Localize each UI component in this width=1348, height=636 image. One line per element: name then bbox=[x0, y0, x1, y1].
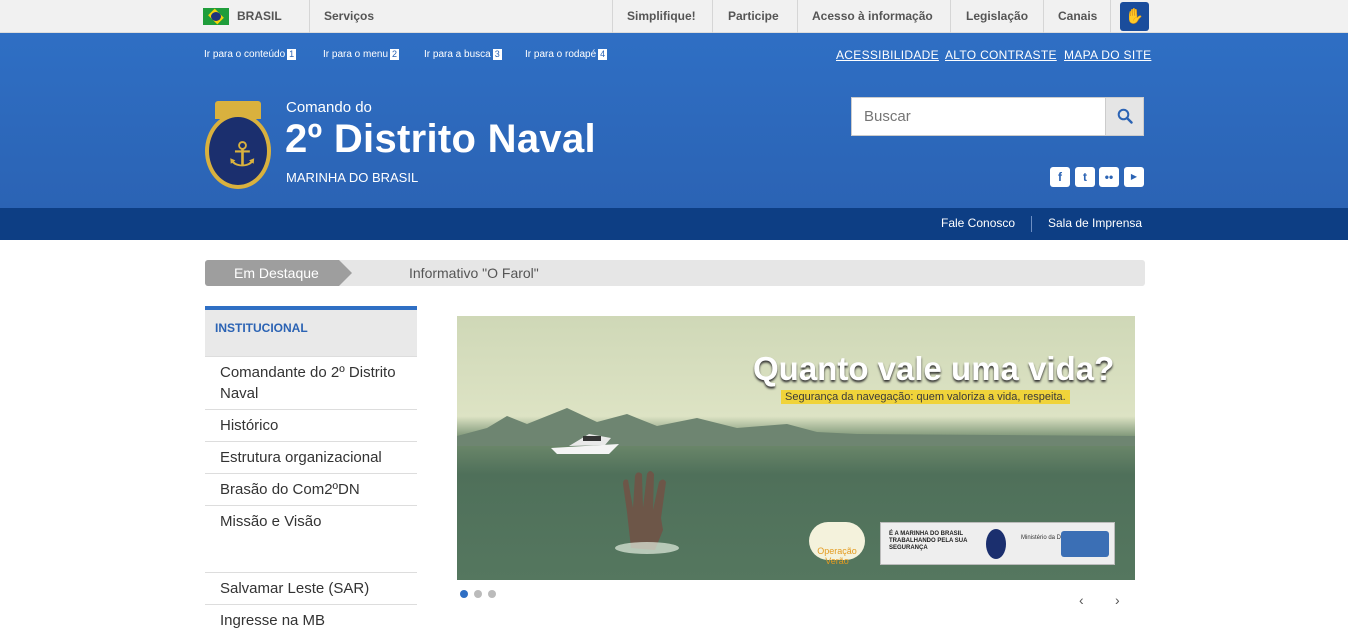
chevron-right-icon[interactable]: › bbox=[1115, 592, 1120, 608]
footer-banner-text: É A MARINHA DO BRASIL TRABALHANDO PELA S… bbox=[889, 531, 968, 551]
search-button[interactable] bbox=[1105, 98, 1143, 135]
facebook-icon[interactable]: f bbox=[1050, 167, 1070, 187]
menu-item-comandante[interactable]: Comandante do 2º Distrito Naval bbox=[205, 356, 417, 410]
highlight-link[interactable]: Informativo "O Farol" bbox=[409, 265, 539, 281]
skip-key: 2 bbox=[390, 49, 400, 60]
accessibility-hand-icon[interactable]: ✋ bbox=[1120, 2, 1149, 31]
high-contrast-link[interactable]: ALTO CONTRASTE bbox=[945, 48, 1057, 62]
youtube-icon[interactable]: ▶ bbox=[1124, 167, 1144, 187]
skip-key: 4 bbox=[598, 49, 608, 60]
carousel-slide[interactable]: Quanto vale uma vida? Segurança da naveg… bbox=[457, 316, 1135, 580]
menu-item-ingresse[interactable]: Ingresse na MB bbox=[205, 604, 417, 636]
navy-logo[interactable]: ⚓ bbox=[205, 101, 271, 189]
search-box bbox=[851, 97, 1144, 136]
operation-logo: Operação Verão bbox=[809, 522, 865, 566]
operation-label: Operação Verão bbox=[817, 546, 857, 566]
brazil-flag-icon[interactable] bbox=[203, 8, 229, 25]
government-logo bbox=[1061, 531, 1109, 557]
divider bbox=[1043, 0, 1044, 33]
menu-heading-label: INSTITUCIONAL bbox=[215, 321, 308, 335]
divider bbox=[1031, 216, 1032, 232]
divider bbox=[797, 0, 798, 33]
press-room-link[interactable]: Sala de Imprensa bbox=[1048, 216, 1142, 230]
navy-seal-icon bbox=[986, 529, 1006, 559]
skip-key: 1 bbox=[287, 49, 297, 60]
gov-link-participe[interactable]: Participe bbox=[728, 9, 779, 23]
flickr-icon[interactable]: •• bbox=[1099, 167, 1119, 187]
gov-link-legislacao[interactable]: Legislação bbox=[966, 9, 1028, 23]
menu-item-historico[interactable]: Histórico bbox=[205, 409, 417, 441]
site-header: Ir para o conteúdo 1 Ir para o menu 2 Ir p… bbox=[0, 33, 1348, 208]
skip-key: 3 bbox=[492, 49, 502, 60]
carousel-dot[interactable] bbox=[460, 590, 468, 598]
site-title[interactable]: 2º Distrito Naval bbox=[285, 117, 596, 162]
contact-link[interactable]: Fale Conosco bbox=[941, 216, 1015, 230]
skip-link-menu[interactable]: Ir para o menu 2 bbox=[323, 49, 400, 60]
divider bbox=[309, 0, 310, 33]
divider bbox=[712, 0, 713, 33]
gov-services-link[interactable]: Serviços bbox=[324, 9, 374, 23]
carousel-dot[interactable] bbox=[474, 590, 482, 598]
search-input[interactable] bbox=[852, 98, 1106, 135]
slide-headline: Quanto vale uma vida? bbox=[753, 350, 1115, 387]
menu-item-brasao[interactable]: Brasão do Com2ºDN bbox=[205, 473, 417, 505]
accessibility-link[interactable]: ACESSIBILIDADE bbox=[836, 48, 939, 62]
divider bbox=[1110, 0, 1111, 33]
skip-link-label: Ir para o menu bbox=[323, 49, 389, 60]
site-subtitle: MARINHA DO BRASIL bbox=[286, 170, 419, 185]
drowning-hand-graphic bbox=[615, 471, 679, 554]
secondary-nav: Fale Conosco Sala de Imprensa bbox=[0, 208, 1348, 240]
menu-item-missao[interactable]: Missão e Visão bbox=[205, 505, 417, 537]
menu-item-salvamar[interactable]: Salvamar Leste (SAR) bbox=[205, 572, 417, 604]
skip-link-search[interactable]: Ir para a busca 3 bbox=[424, 49, 502, 60]
slide-footer-banner: É A MARINHA DO BRASIL TRABALHANDO PELA S… bbox=[880, 522, 1115, 565]
highlight-tag: Em Destaque bbox=[205, 260, 352, 286]
skip-link-footer[interactable]: Ir para o rodapé 4 bbox=[525, 49, 608, 60]
gov-brasil-link[interactable]: BRASIL bbox=[237, 9, 282, 23]
gov-link-acesso[interactable]: Acesso à informação bbox=[812, 9, 933, 23]
highlight-bar: Em Destaque Informativo "O Farol" bbox=[205, 260, 1145, 286]
site-pre-title: Comando do bbox=[286, 99, 372, 116]
skip-link-label: Ir para o rodapé bbox=[525, 49, 597, 60]
gov-link-simplifique[interactable]: Simplifique! bbox=[627, 9, 696, 23]
slide-subline: Segurança da navegação: quem valoriza a … bbox=[781, 390, 1070, 404]
search-icon bbox=[1117, 108, 1133, 124]
carousel-dot[interactable] bbox=[488, 590, 496, 598]
twitter-icon[interactable]: t bbox=[1075, 167, 1095, 187]
boat-graphic bbox=[551, 434, 619, 454]
skip-link-label: Ir para a busca bbox=[424, 49, 491, 60]
divider bbox=[612, 0, 613, 33]
gov-link-canais[interactable]: Canais bbox=[1058, 9, 1097, 23]
anchor-icon: ⚓ bbox=[227, 136, 258, 174]
skip-link-label: Ir para o conteúdo bbox=[204, 49, 286, 60]
menu-item-estrutura[interactable]: Estrutura organizacional bbox=[205, 441, 417, 473]
site-map-link[interactable]: MAPA DO SITE bbox=[1064, 48, 1151, 62]
chevron-left-icon[interactable]: ‹ bbox=[1079, 592, 1084, 608]
skip-link-content[interactable]: Ir para o conteúdo 1 bbox=[204, 49, 297, 60]
gov-bar: BRASIL Serviços Simplifique! Participe A… bbox=[0, 0, 1348, 33]
sidebar-menu: INSTITUCIONAL Comandante do 2º Distrito … bbox=[205, 306, 417, 636]
menu-heading: INSTITUCIONAL bbox=[205, 306, 417, 356]
divider bbox=[950, 0, 951, 33]
gov-bar-inner: BRASIL Serviços Simplifique! Participe A… bbox=[203, 0, 1149, 33]
